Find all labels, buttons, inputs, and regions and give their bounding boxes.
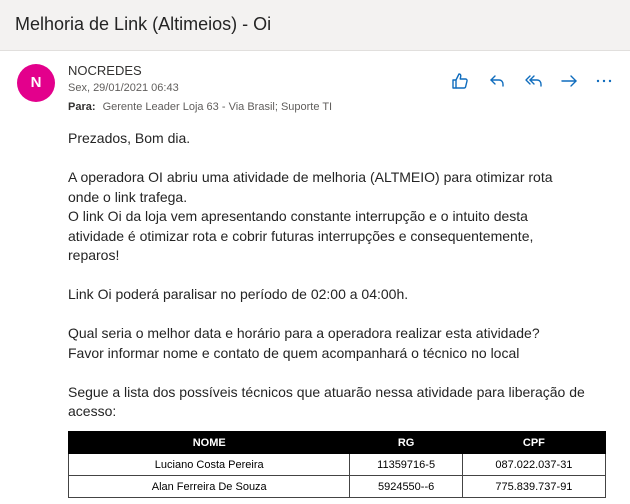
- message-body: Prezados, Bom dia. A operadora OI abriu …: [68, 129, 613, 422]
- recipients-list[interactable]: Gerente Leader Loja 63 - Via Brasil; Sup…: [103, 101, 333, 113]
- cell-nome: Luciano Costa Pereira: [67, 453, 351, 476]
- paragraph-1-line-2: onde o link trafega.: [68, 188, 188, 205]
- table-header-row: NOME RG CPF: [67, 431, 607, 454]
- paragraph-1-line-1: A operadora OI abriu uma atividade de me…: [68, 169, 553, 185]
- paragraph-5-line-1: Segue a lista dos possíveis técnicos que…: [68, 383, 585, 400]
- sender-name[interactable]: NOCREDES: [68, 63, 142, 78]
- subject-bar: Melhoria de Link (Altimeios) - Oi: [0, 0, 630, 51]
- header-rg: RG: [349, 431, 463, 454]
- like-button[interactable]: [448, 69, 472, 93]
- table-row: Luciano Costa Pereira 11359716-5 087.022…: [67, 453, 607, 476]
- more-options-button[interactable]: [592, 69, 616, 93]
- paragraph-4-line-1: Qual seria o melhor data e horário para …: [68, 325, 540, 341]
- reply-button[interactable]: [485, 69, 509, 93]
- email-date: Sex, 29/01/2021 06:43: [68, 82, 179, 94]
- recipients-row: Para: Gerente Leader Loja 63 - Via Brasi…: [68, 101, 332, 113]
- reply-all-button[interactable]: [522, 69, 546, 93]
- technicians-table: NOME RG CPF Luciano Costa Pereira 113597…: [67, 431, 607, 498]
- to-label: Para:: [68, 101, 96, 113]
- email-subject: Melhoria de Link (Altimeios) - Oi: [15, 14, 272, 34]
- paragraph-2-line-3: reparos!: [68, 247, 120, 263]
- header-nome: NOME: [67, 431, 351, 454]
- cell-cpf: 775.839.737-91: [461, 475, 607, 498]
- reply-all-icon: [525, 75, 542, 87]
- header-cpf: CPF: [461, 431, 607, 454]
- paragraph-2-line-1: O link Oi da loja vem apresentando const…: [68, 208, 528, 224]
- cell-rg: 11359716-5: [349, 453, 463, 476]
- paragraph-2-line-2: atividade é otimizar rota e cobrir futur…: [68, 227, 534, 244]
- cell-rg: 5924550--6: [349, 475, 463, 498]
- forward-button[interactable]: [557, 69, 581, 93]
- cell-nome: Alan Ferreira De Souza: [67, 475, 351, 498]
- like-icon: [452, 73, 468, 89]
- table-row: Alan Ferreira De Souza 5924550--6 775.83…: [67, 475, 607, 498]
- greeting: Prezados, Bom dia.: [68, 130, 191, 146]
- more-icon: [596, 79, 612, 83]
- cell-cpf: 087.022.037-31: [461, 453, 607, 476]
- paragraph-3: Link Oi poderá paralisar no período de 0…: [68, 286, 409, 302]
- forward-icon: [561, 75, 577, 87]
- paragraph-4-line-2: Favor informar nome e contato de quem ac…: [68, 344, 520, 361]
- reply-icon: [490, 75, 504, 87]
- sender-avatar[interactable]: N: [17, 64, 55, 102]
- paragraph-5-line-2: acesso:: [68, 403, 117, 419]
